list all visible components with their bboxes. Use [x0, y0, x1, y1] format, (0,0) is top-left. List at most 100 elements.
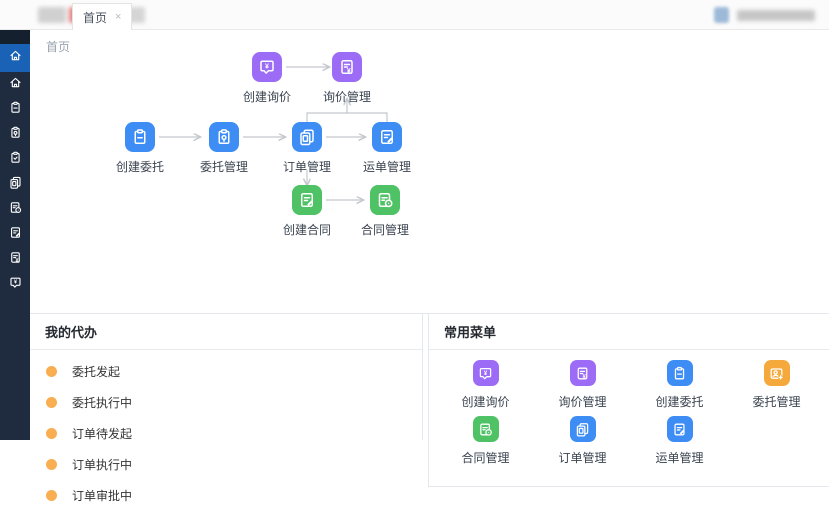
menu-item-创建询价[interactable]: ¥ 创建询价 — [437, 360, 534, 410]
copy-icon — [8, 175, 23, 195]
menu-item-创建委托[interactable]: 创建委托 — [631, 360, 728, 410]
flow-node-label: 运单管理 — [345, 158, 429, 175]
sidebar-item-clipboard-2[interactable] — [0, 97, 30, 122]
flow-node-create-contract[interactable]: 创建合同 — [265, 185, 349, 238]
doc-yen-icon: ¥ — [570, 360, 596, 386]
common-menu-panel: 常用菜单 ¥ 创建询价 ¥ 询价管理创建委托委托管理合同管理订单管理运单管理 — [428, 314, 829, 487]
menu-item-label: 创建询价 — [437, 393, 534, 410]
doc-circle-icon — [370, 185, 400, 215]
sidebar-item-doc-edit-7[interactable] — [0, 222, 30, 247]
flow-node-contract-mgmt[interactable]: 合同管理 — [343, 185, 427, 238]
menu-item-合同管理[interactable]: 合同管理 — [437, 416, 534, 466]
svg-text:¥: ¥ — [582, 374, 586, 380]
copy-icon — [570, 416, 596, 442]
doc-circle-icon — [473, 416, 499, 442]
home-icon — [8, 48, 23, 68]
todo-dot-icon — [46, 366, 57, 377]
common-menu-title: 常用菜单 — [429, 314, 829, 350]
chat-yen-icon: ¥ — [8, 275, 23, 295]
sidebar-item-doc-yen-8[interactable]: ¥ — [0, 247, 30, 272]
todo-item-0[interactable]: 委托发起 — [30, 356, 422, 387]
tab-home[interactable]: 首页 × — [72, 3, 132, 30]
menu-item-委托管理[interactable]: 委托管理 — [728, 360, 825, 410]
flow-node-create-consign[interactable]: 创建委托 — [98, 122, 182, 175]
tab-close-icon[interactable]: × — [115, 11, 121, 23]
sidebar-item-home-0[interactable] — [0, 44, 30, 72]
doc-edit-icon — [292, 185, 322, 215]
clipboard-check-icon — [8, 150, 23, 170]
menu-item-label: 委托管理 — [728, 393, 825, 410]
svg-text:¥: ¥ — [14, 279, 17, 285]
todo-item-label: 订单待发起 — [72, 425, 132, 442]
avatar — [714, 7, 729, 23]
sidebar-item-copy-5[interactable] — [0, 172, 30, 197]
chat-yen-icon: ¥ — [252, 52, 282, 82]
doc-yen-icon: ¥ — [8, 250, 23, 270]
todo-item-2[interactable]: 订单待发起 — [30, 418, 422, 449]
svg-text:¥: ¥ — [347, 68, 351, 75]
todo-item-label: 订单执行中 — [72, 456, 132, 473]
doc-edit-icon — [8, 225, 23, 245]
menu-item-运单管理[interactable]: 运单管理 — [631, 416, 728, 466]
todo-item-1[interactable]: 委托执行中 — [30, 387, 422, 418]
flow-node-order-mgmt[interactable]: 订单管理 — [265, 122, 349, 175]
flow-node-consign-mgmt[interactable]: 委托管理 — [182, 122, 266, 175]
doc-yen-icon: ¥ — [332, 52, 362, 82]
svg-text:¥: ¥ — [265, 64, 269, 71]
todo-item-3[interactable]: 订单执行中 — [30, 449, 422, 480]
sidebar-nav: ¥¥ — [0, 30, 30, 440]
flow-node-label: 合同管理 — [343, 221, 427, 238]
todo-item-label: 委托执行中 — [72, 394, 132, 411]
sidebar-item-clipboard-check-4[interactable] — [0, 147, 30, 172]
flow-node-label: 询价管理 — [305, 88, 389, 105]
flow-node-create-inquiry[interactable]: ¥ 创建询价 — [225, 52, 309, 105]
clipboard-icon — [8, 100, 23, 120]
copy-icon — [292, 122, 322, 152]
menu-item-label: 订单管理 — [534, 449, 631, 466]
menu-item-label: 询价管理 — [534, 393, 631, 410]
todo-item-label: 订单审批中 — [72, 487, 132, 504]
logo-block — [38, 7, 66, 23]
sidebar-item-clipboard-bulb-3[interactable] — [0, 122, 30, 147]
svg-text:¥: ¥ — [15, 258, 18, 264]
card-person-icon — [764, 360, 790, 386]
todo-panel: 我的代办 委托发起委托执行中订单待发起订单执行中订单审批中 — [30, 314, 423, 440]
menu-item-label: 合同管理 — [437, 449, 534, 466]
sidebar-item-chat-yen-9[interactable]: ¥ — [0, 272, 30, 297]
clipboard-icon — [125, 122, 155, 152]
workflow-diagram: ¥ 创建询价 ¥ 询价管理创建委托委托管理订单管理运单管理创建合同合同管理 — [30, 52, 829, 283]
todo-item-4[interactable]: 订单审批中 — [30, 480, 422, 511]
chat-yen-icon: ¥ — [473, 360, 499, 386]
home-icon — [8, 75, 23, 95]
flow-node-label: 委托管理 — [182, 158, 266, 175]
menu-item-label: 运单管理 — [631, 449, 728, 466]
flow-node-waybill-mgmt[interactable]: 运单管理 — [345, 122, 429, 175]
clipboard-bulb-icon — [8, 125, 23, 145]
todo-dot-icon — [46, 397, 57, 408]
todo-panel-title: 我的代办 — [30, 314, 422, 350]
breadcrumb: 首页 — [30, 30, 829, 52]
flow-node-inquiry-mgmt[interactable]: ¥ 询价管理 — [305, 52, 389, 105]
menu-item-label: 创建委托 — [631, 393, 728, 410]
doc-circle-icon — [8, 200, 23, 220]
username-redacted — [737, 10, 815, 21]
todo-item-label: 委托发起 — [72, 363, 120, 380]
doc-edit-icon — [667, 416, 693, 442]
flow-node-label: 创建委托 — [98, 158, 182, 175]
todo-dot-icon — [46, 490, 57, 501]
svg-text:¥: ¥ — [484, 370, 488, 376]
sidebar-item-home-1[interactable] — [0, 72, 30, 97]
clipboard-bulb-icon — [209, 122, 239, 152]
sidebar-top-cap — [0, 30, 30, 44]
flow-node-label: 创建合同 — [265, 221, 349, 238]
sidebar-item-doc-circle-6[interactable] — [0, 197, 30, 222]
todo-dot-icon — [46, 428, 57, 439]
bottom-panels: 我的代办 委托发起委托执行中订单待发起订单执行中订单审批中 常用菜单 ¥创建询价… — [30, 313, 829, 440]
doc-edit-icon — [372, 122, 402, 152]
top-header: 首页 × — [0, 0, 829, 30]
main-content: 首页 ¥创建询价¥询价管理创建委托委托管理订单管理运单管理创建合同合同管理 — [30, 30, 829, 440]
user-area[interactable] — [714, 7, 815, 23]
menu-item-订单管理[interactable]: 订单管理 — [534, 416, 631, 466]
menu-item-询价管理[interactable]: ¥ 询价管理 — [534, 360, 631, 410]
flow-node-label: 创建询价 — [225, 88, 309, 105]
